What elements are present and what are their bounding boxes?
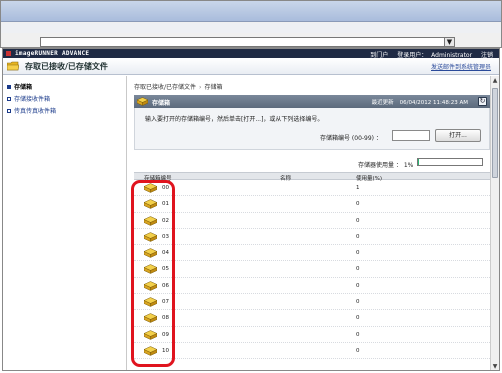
sidebar-item-fax-inbox[interactable]: 传真传真收件箱 [7,106,56,115]
table-row[interactable]: 10 0 [134,343,490,360]
vertical-scrollbar[interactable]: ▲ ▼ [490,76,499,370]
box-usage: 0 [356,266,360,273]
storage-box-icon [137,97,148,106]
browser-menubar [1,23,501,33]
table-row[interactable]: 02 0 [134,213,490,229]
storage-box-list: 00 1 01 0 02 0 03 0 04 0 05 0 06 0 07 0 08 0 09 0 10 0 [134,180,490,360]
box-usage: 0 [356,233,360,240]
breadcrumb-parent[interactable]: 存取已接收/已存储文件 [134,84,196,91]
box-usage: 0 [356,347,360,354]
table-row[interactable]: 08 0 [134,310,490,327]
panel-header: 存储箱 最近更新 06/04/2012 11:48:23 AM ↻ [134,95,490,108]
sidebar-item-storage-box[interactable]: 存储箱 [7,82,32,91]
address-dropdown-button[interactable]: ▼ [444,37,455,47]
table-row[interactable]: 05 0 [134,261,490,278]
table-row[interactable]: 01 0 [134,196,490,213]
box-usage: 1 [356,185,360,191]
box-usage: 0 [356,217,360,224]
table-row[interactable]: 06 0 [134,278,490,295]
table-row[interactable]: 09 0 [134,327,490,343]
memory-usage-fill [418,159,419,165]
open-button[interactable]: 打开... [435,129,481,142]
refresh-icon[interactable]: ↻ [478,97,487,106]
scrollbar-thumb[interactable] [492,88,498,178]
browser-toolbar [1,1,501,22]
folder-open-icon [7,61,19,71]
app-frame: imageRUNNER ADVANCE 到门户 登录用户： Administra… [2,48,500,371]
breadcrumb-current: 存储箱 [204,84,223,91]
page-title: 存取已接收/已存储文件 [25,62,108,71]
address-bar[interactable] [40,37,455,47]
scroll-up-icon[interactable]: ▲ [492,77,498,85]
breadcrumb: 存取已接收/已存储文件 › 存储箱 [134,84,223,91]
box-usage: 0 [356,331,360,338]
table-row[interactable]: 07 0 [134,294,490,311]
instruction-text: 输入要打开的存储箱编号，然后单击[打开...]，或从下列选择编号。 [145,116,324,123]
box-usage: 0 [356,250,360,257]
panel-title: 存储箱 [152,100,171,107]
memory-usage-label: 存储器使用量 ： 1% [358,162,414,169]
sidebar-item-receive-inbox[interactable]: 存储接收件箱 [7,94,50,103]
table-header: 存储箱编号 名称 使用量(%) [134,172,490,182]
scroll-down-icon[interactable]: ▼ [492,363,498,370]
last-updated-time: 06/04/2012 11:48:23 AM [399,100,468,106]
browser-chrome: ▼ [0,0,502,48]
box-usage: 0 [356,201,360,208]
bullet-icon [7,97,11,101]
last-updated: 最近更新 06/04/2012 11:48:23 AM [372,98,468,106]
table-row[interactable]: 00 1 [134,180,490,197]
panel-body: 输入要打开的存储箱编号，然后单击[打开...]，或从下列选择编号。 存储箱编号 … [134,108,490,150]
table-row[interactable]: 03 0 [134,229,490,246]
table-row[interactable]: 04 0 [134,245,490,262]
box-number-label: 存储箱编号 (00-99) ： [320,135,382,142]
product-name: imageRUNNER ADVANCE [15,50,90,57]
box-usage: 0 [356,282,360,289]
box-usage: 0 [356,315,360,322]
bullet-icon [7,85,11,89]
bullet-icon [7,109,11,113]
app-header: imageRUNNER ADVANCE 到门户 登录用户： Administra… [3,49,499,59]
highlight-annotation [131,180,175,367]
box-usage: 0 [356,299,360,306]
page-titlebar: 存取已接收/已存储文件 发送邮件到系统管理员 [3,58,499,75]
sidebar: 存储箱 存储接收件箱 传真传真收件箱 [3,76,127,370]
email-admin-link[interactable]: 发送邮件到系统管理员 [431,62,491,71]
product-logo-icon [6,51,11,56]
memory-usage-bar [417,158,483,166]
last-updated-label: 最近更新 [371,100,394,106]
box-number-input[interactable] [392,130,430,141]
main-content: 存取已接收/已存储文件 › 存储箱 存储箱 最近更新 06/04/2012 11:48… [128,76,499,370]
